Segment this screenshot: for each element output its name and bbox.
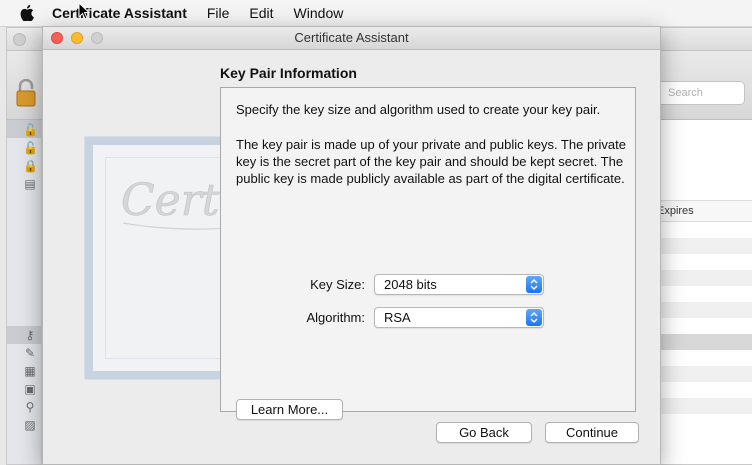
close-button[interactable]: [51, 32, 63, 44]
section-title: Key Pair Information: [220, 65, 357, 81]
apple-icon[interactable]: [20, 5, 34, 21]
certificate-assistant-dialog: Certificate Assistant Certificate Key Pa…: [42, 26, 661, 465]
dialog-title: Certificate Assistant: [294, 30, 409, 45]
algorithm-value: RSA: [384, 310, 411, 325]
menu-bar: Certificate Assistant File Edit Window: [0, 0, 752, 27]
keychain-item-icon[interactable]: ▤: [23, 177, 37, 191]
keychain-item-icon[interactable]: 🔒: [23, 159, 38, 173]
zoom-button[interactable]: [91, 32, 103, 44]
category-keys-icon[interactable]: ⚲: [23, 400, 37, 414]
menu-edit[interactable]: Edit: [249, 5, 273, 21]
keychain-lock-icon[interactable]: [15, 79, 37, 107]
algorithm-popup[interactable]: RSA: [374, 307, 544, 328]
algorithm-label: Algorithm:: [306, 310, 365, 325]
category-notes-icon[interactable]: ▦: [23, 364, 37, 378]
learn-more-button[interactable]: Learn More...: [236, 399, 343, 420]
chevron-updown-icon: [526, 276, 542, 293]
dialog-titlebar: Certificate Assistant: [43, 27, 660, 50]
intro-text: Specify the key size and algorithm used …: [236, 102, 601, 117]
menu-window[interactable]: Window: [294, 5, 344, 21]
key-size-value: 2048 bits: [384, 277, 437, 292]
category-all-items-icon[interactable]: ⚷: [23, 328, 37, 342]
key-size-popup[interactable]: 2048 bits: [374, 274, 544, 295]
keychain-item-icon[interactable]: 🔓: [23, 123, 38, 137]
menu-file[interactable]: File: [207, 5, 230, 21]
chevron-updown-icon: [526, 309, 542, 326]
keychain-sidebar: 🔓 🔓 🔒 ▤ ⚷ ✎ ▦ ▣ ⚲ ▨: [7, 120, 42, 464]
go-back-button[interactable]: Go Back: [436, 422, 532, 443]
explanation-text: The key pair is made up of your private …: [236, 137, 626, 186]
key-pair-panel: Specify the key size and algorithm used …: [220, 87, 636, 420]
bg-close-button[interactable]: [13, 33, 26, 46]
keychain-item-icon[interactable]: 🔓: [23, 141, 38, 155]
pointer-cursor-icon: [78, 2, 90, 20]
key-size-label: Key Size:: [310, 277, 365, 292]
search-field[interactable]: Search: [651, 81, 745, 105]
category-my-certificates-icon[interactable]: ▨: [23, 418, 37, 432]
minimize-button[interactable]: [71, 32, 83, 44]
menu-app-name[interactable]: Certificate Assistant: [52, 5, 187, 21]
category-passwords-icon[interactable]: ✎: [23, 346, 37, 360]
continue-button[interactable]: Continue: [545, 422, 639, 443]
category-certificates-icon[interactable]: ▣: [23, 382, 37, 396]
